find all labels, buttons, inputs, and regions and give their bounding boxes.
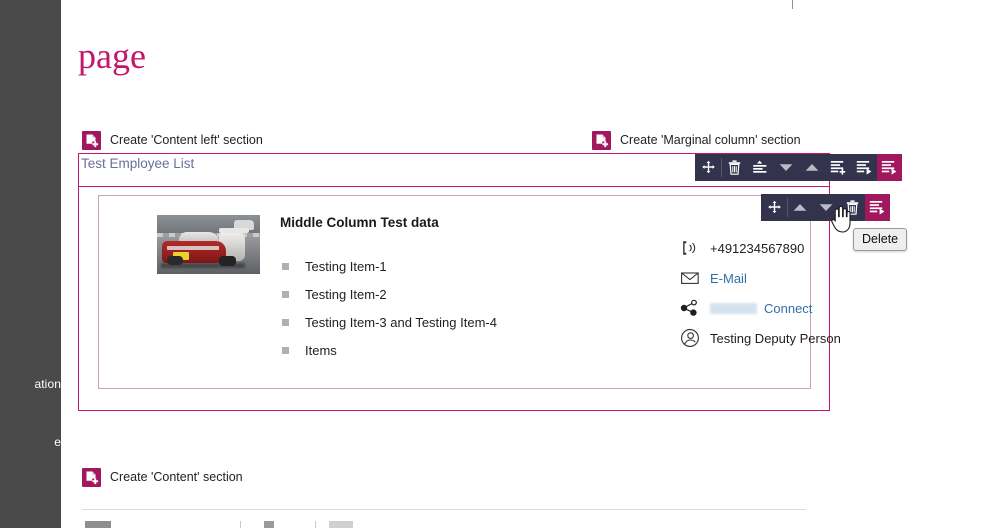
chevron-down-icon[interactable] xyxy=(813,194,839,221)
bottom-fragment-glyph xyxy=(264,521,274,528)
connect-link[interactable]: Connect xyxy=(764,301,812,316)
move-icon[interactable] xyxy=(695,154,721,181)
redacted-value xyxy=(710,302,757,314)
page-title: page xyxy=(78,36,146,76)
create-section-label: Create 'Content' section xyxy=(110,469,243,484)
contact-row-email[interactable]: E-Mail xyxy=(679,263,841,293)
bullet-square-icon xyxy=(282,290,289,298)
trash-icon[interactable] xyxy=(721,154,747,181)
section-menu-icon[interactable] xyxy=(877,154,902,181)
sidebar-text-fragment-top: ation xyxy=(34,377,61,391)
list-item-label: Testing Item-1 xyxy=(305,258,387,274)
sidebar-text-fragment-bottom: e xyxy=(54,435,61,449)
chevron-up-icon[interactable] xyxy=(787,194,813,221)
page-canvas: page Create 'Content left' section Creat… xyxy=(61,0,981,528)
bottom-fragment-field xyxy=(329,521,353,528)
bullet-square-icon xyxy=(282,318,289,326)
mail-icon xyxy=(679,267,701,289)
create-section-icon xyxy=(82,467,101,487)
contact-row-deputy: Testing Deputy Person xyxy=(679,323,841,353)
create-content-left-section-button[interactable]: Create 'Content left' section xyxy=(82,130,263,150)
delete-tooltip: Delete xyxy=(853,228,908,251)
left-sidebar: ation e xyxy=(0,0,61,528)
create-section-icon xyxy=(82,130,101,150)
create-section-icon xyxy=(592,130,611,150)
list-item: Testing Item-2 xyxy=(282,280,497,308)
list-item-label: Testing Item-3 and Testing Item-4 xyxy=(305,314,497,330)
list-item: Testing Item-3 and Testing Item-4 xyxy=(282,308,497,336)
element-menu-icon[interactable] xyxy=(865,194,890,221)
chevron-up-icon[interactable] xyxy=(799,154,825,181)
deputy-person-value: Testing Deputy Person xyxy=(710,330,841,346)
content-bullet-list: Testing Item-1 Testing Item-2 Testing It… xyxy=(282,252,497,364)
trash-icon[interactable] xyxy=(839,194,865,221)
phone-icon xyxy=(679,237,701,259)
contact-row-phone: +491234567890 xyxy=(679,233,841,263)
add-section-icon[interactable] xyxy=(825,154,851,181)
top-edge-marker xyxy=(792,0,793,9)
insert-after-icon[interactable] xyxy=(851,154,877,181)
move-icon[interactable] xyxy=(761,194,787,221)
list-item: Items xyxy=(282,336,497,364)
bottom-fragment-separator xyxy=(240,521,241,528)
race-car-photo xyxy=(157,215,260,274)
contact-value: +491234567890 xyxy=(710,240,805,256)
person-icon xyxy=(679,327,701,349)
chevron-down-icon[interactable] xyxy=(773,154,799,181)
list-item-label: Testing Item-2 xyxy=(305,286,387,302)
element-toolbar[interactable] xyxy=(761,194,890,221)
create-section-label: Create 'Marginal column' section xyxy=(620,132,801,147)
bullet-square-icon xyxy=(282,262,289,270)
content-heading: Middle Column Test data xyxy=(280,215,439,230)
contact-details-list: +491234567890 E-Mail Connect Testing Dep… xyxy=(679,233,841,353)
bottom-fragment-icon xyxy=(85,521,111,528)
create-section-label: Create 'Content left' section xyxy=(110,132,263,147)
bottom-divider xyxy=(82,509,806,510)
list-item-label: Items xyxy=(305,342,337,358)
move-to-top-icon[interactable] xyxy=(747,154,773,181)
bottom-fragment-separator xyxy=(315,521,316,528)
section-title: Test Employee List xyxy=(81,156,195,171)
network-icon xyxy=(679,297,701,319)
email-link[interactable]: E-Mail xyxy=(710,271,747,286)
create-content-section-button[interactable]: Create 'Content' section xyxy=(82,467,243,487)
section-header-divider xyxy=(79,186,829,187)
create-marginal-column-section-button[interactable]: Create 'Marginal column' section xyxy=(592,130,801,150)
bullet-square-icon xyxy=(282,346,289,354)
list-item: Testing Item-1 xyxy=(282,252,497,280)
contact-row-connect[interactable]: Connect xyxy=(679,293,841,323)
section-toolbar[interactable] xyxy=(695,154,902,181)
